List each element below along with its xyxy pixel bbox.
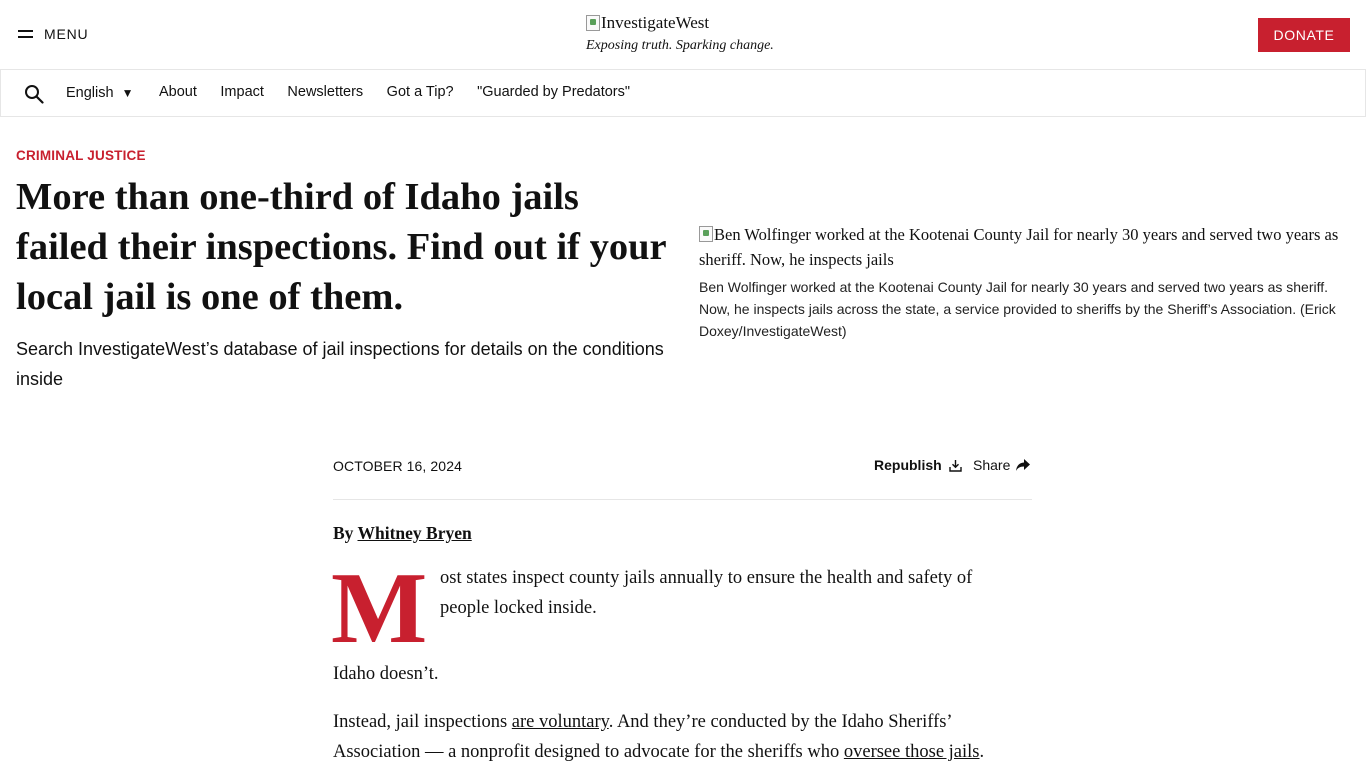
nav-link-got-a-tip[interactable]: Got a Tip? <box>387 84 454 100</box>
article-dek: Search InvestigateWest’s database of jai… <box>16 339 664 389</box>
donate-button[interactable]: DONATE <box>1258 18 1350 52</box>
byline-prefix: By <box>333 523 354 543</box>
share-button[interactable]: Share <box>973 457 1031 473</box>
author-link[interactable]: Whitney Bryen <box>358 523 472 543</box>
nav-link-impact[interactable]: Impact <box>220 84 264 100</box>
nav-link-newsletters[interactable]: Newsletters <box>287 84 363 100</box>
article-paragraph-1: ost states inspect county jails annually… <box>440 568 973 618</box>
site-header: MENU InvestigateWest Exposing truth. Spa… <box>0 0 1366 70</box>
article-category[interactable]: CRIMINAL JUSTICE <box>16 148 146 163</box>
publish-date: OCTOBER 16, 2024 <box>333 458 462 474</box>
are-voluntary-link[interactable]: are voluntary <box>512 712 609 732</box>
broken-image-icon <box>699 226 713 242</box>
hamburger-icon <box>18 29 34 39</box>
language-value: English <box>66 85 114 101</box>
primary-nav: English ▼ About Impact Newsletters Got a… <box>0 70 1366 117</box>
republish-label: Republish <box>874 457 942 473</box>
download-icon <box>948 459 962 472</box>
paragraph-text: Instead, jail inspections <box>333 712 512 732</box>
language-select[interactable]: English ▼ <box>66 85 133 101</box>
site-logo[interactable]: InvestigateWest Exposing truth. Sparking… <box>586 12 774 54</box>
byline: By Whitney Bryen <box>333 523 472 544</box>
meta-divider <box>333 499 1032 500</box>
article-headline: More than one-third of Idaho jails faile… <box>16 176 666 318</box>
share-label: Share <box>973 457 1011 473</box>
site-tagline: Exposing truth. Sparking change. <box>586 38 774 53</box>
nav-links: About Impact Newsletters Got a Tip? "Gua… <box>159 84 654 100</box>
featured-image-alt-text: Ben Wolfinger worked at the Kootenai Cou… <box>699 225 1339 269</box>
menu-label: MENU <box>44 26 89 42</box>
logo-image: InvestigateWest <box>586 12 774 34</box>
paragraph-text: . <box>979 742 985 762</box>
image-caption: Ben Wolfinger worked at the Kootenai Cou… <box>699 279 1336 339</box>
article-paragraph-3: Instead, jail inspections are voluntary.… <box>333 707 1033 767</box>
featured-image: Ben Wolfinger worked at the Kootenai Cou… <box>699 222 1339 272</box>
broken-image-icon <box>586 15 600 31</box>
search-icon[interactable] <box>24 84 44 104</box>
share-arrow-icon <box>1016 459 1031 471</box>
republish-button[interactable]: Republish <box>874 457 962 473</box>
menu-button[interactable]: MENU <box>18 26 88 42</box>
drop-cap: M <box>331 552 428 665</box>
logo-alt-text: InvestigateWest <box>601 13 710 32</box>
nav-link-about[interactable]: About <box>159 84 197 100</box>
oversee-those-jails-link[interactable]: oversee those jails <box>844 742 980 762</box>
caret-down-icon: ▼ <box>121 86 134 100</box>
article-paragraph-2: Idaho doesn’t. <box>333 664 439 684</box>
nav-link-guarded-by-predators[interactable]: "Guarded by Predators" <box>477 84 630 100</box>
